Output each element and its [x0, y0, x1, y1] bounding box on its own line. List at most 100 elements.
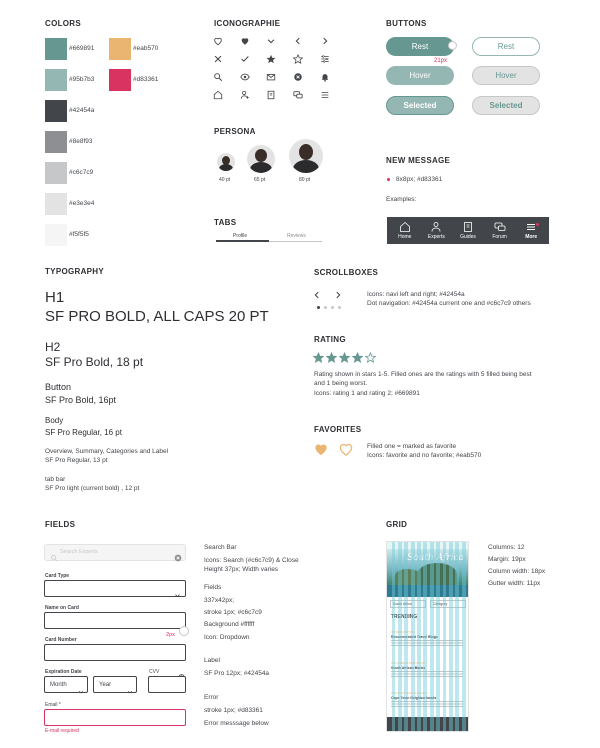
avatar-medium: [247, 145, 275, 173]
scroll-right-icon[interactable]: [332, 289, 344, 301]
rest-button-filled[interactable]: Rest: [386, 37, 454, 56]
selected-button-filled[interactable]: Selected: [386, 96, 454, 115]
persona-size-40: 40 pt: [219, 177, 231, 183]
chat-icon: [292, 89, 304, 101]
star-filled-icon: [352, 352, 363, 363]
spec-fields-1: 337x42px;: [204, 597, 234, 604]
color-swatch-label: #eab570: [133, 45, 159, 52]
card-type-select[interactable]: [44, 580, 186, 598]
persona-size-80: 80 pt: [299, 177, 311, 183]
typography-title: TYPOGRAPHY: [45, 267, 105, 276]
grid-column: [436, 542, 440, 731]
email-field-error[interactable]: [44, 709, 186, 726]
grid-column: [423, 542, 428, 731]
color-swatch: [45, 162, 67, 184]
color-swatch: [109, 38, 131, 60]
year-value: Year: [99, 682, 112, 688]
scrollboxes-spec-1: Icons: navi left and right; #42454a: [367, 291, 465, 298]
persona-size-65: 65 pt: [254, 177, 266, 183]
tabbar-home-label: Home: [398, 234, 412, 240]
scroll-dot-current[interactable]: [317, 306, 320, 309]
tabbar-experts-label: Experts: [427, 234, 445, 240]
fields-annotation: 2px: [166, 632, 175, 638]
chevron-down-icon: [127, 682, 133, 694]
favorites-spec-2: Icons: favorite and no favorite; #eab570: [367, 452, 482, 459]
buttons-annotation: 21px: [434, 58, 448, 64]
grid-column: [391, 542, 396, 731]
tab-profile[interactable]: Profile: [233, 233, 247, 240]
spacing-marker: [448, 41, 457, 50]
color-swatch-label: #8e8f93: [69, 138, 93, 145]
overview-type-spec: SF Pro Regular, 13 pt: [45, 457, 108, 464]
name-on-card-field[interactable]: [44, 612, 186, 629]
new-message-spec: 8x8px; #d83361: [396, 176, 443, 183]
rating-spec-2: and 1 being worst.: [314, 380, 368, 387]
expiration-label: Expiration Date: [45, 669, 82, 675]
spec-fields-4: Icon: Dropdown: [204, 634, 250, 641]
color-swatch-label: #95b7b3: [69, 76, 95, 83]
spec-search-2: Height 37px; Width varies: [204, 566, 279, 573]
clear-circle-icon[interactable]: [174, 549, 182, 562]
tabbar-experts[interactable]: Experts: [421, 221, 453, 240]
add-user-icon: [239, 89, 251, 101]
tabbar-forum[interactable]: Forum: [484, 221, 516, 240]
chevron-down-icon: [78, 682, 84, 694]
year-select[interactable]: Year: [93, 676, 137, 694]
selected-button-outline[interactable]: Selected: [472, 96, 540, 115]
spec-search-1: Icons: Search (#c6c7c9) & Close: [204, 557, 299, 564]
spec-error-title: Error: [204, 694, 219, 701]
overview-type-label: Overview, Summary, Categories and Label: [45, 448, 169, 455]
star-filled-icon: [265, 53, 277, 65]
scroll-dot[interactable]: [331, 306, 334, 309]
search-input[interactable]: Search Experts: [60, 549, 98, 556]
tabbar-home[interactable]: Home: [389, 221, 421, 240]
color-swatch: [45, 131, 67, 153]
scroll-dot[interactable]: [338, 306, 341, 309]
rest-button-outline[interactable]: Rest: [472, 37, 540, 56]
grid-title: GRID: [386, 520, 408, 529]
cvv-label: CVV: [149, 669, 160, 675]
grid-phone-mockup: South Africa South Africa Category TREND…: [386, 541, 469, 732]
hover-button-filled[interactable]: Hover: [386, 66, 454, 85]
persona-title: PERSONA: [214, 127, 256, 136]
name-on-card-label: Name on Card: [45, 605, 79, 611]
spec-label-title: Label: [204, 657, 220, 664]
tabbar-type-label: tab bar: [45, 476, 66, 483]
grid-column: [417, 542, 421, 731]
card-number-field[interactable]: [44, 644, 186, 661]
favorite-outline-icon[interactable]: [338, 442, 354, 457]
scrollboxes-spec-2: Dot navigation: #42454a current one and …: [367, 300, 531, 307]
spec-search-title: Search Bar: [204, 544, 237, 551]
heart-filled-icon: [239, 35, 251, 47]
heart-outline-icon: [212, 35, 224, 47]
stroke-marker: [179, 626, 189, 636]
grid-column: [461, 542, 466, 731]
color-swatch-label: #c6c7c9: [69, 169, 94, 176]
colors-title: COLORS: [45, 19, 82, 28]
tab-reviews[interactable]: Reviews: [287, 233, 306, 240]
tabbar-more[interactable]: More: [515, 221, 547, 240]
scroll-left-icon[interactable]: [311, 289, 323, 301]
tabbar-guides[interactable]: Guides: [452, 221, 484, 240]
star-filled-icon: [339, 352, 350, 363]
menu-icon: [319, 89, 331, 101]
home-icon: [212, 89, 224, 101]
hover-button-outline[interactable]: Hover: [472, 66, 540, 85]
color-swatch-label: #669891: [69, 45, 95, 52]
color-swatch: [45, 38, 67, 60]
iconography-title: ICONOGRAPHIE: [214, 19, 281, 28]
search-icon: [50, 549, 58, 562]
cvv-field[interactable]: [148, 676, 186, 693]
search-bar[interactable]: Search Experts: [44, 544, 186, 562]
grid-column: [410, 542, 415, 731]
month-select[interactable]: Month: [44, 676, 88, 694]
color-swatch: [109, 69, 131, 91]
help-icon[interactable]: [178, 668, 185, 681]
grid-gutter: Gutter width: 11px: [488, 580, 541, 587]
color-swatch: [45, 100, 67, 122]
star-filled-icon: [326, 352, 337, 363]
favorite-filled-icon[interactable]: [313, 442, 329, 457]
body-type-label: Body: [45, 416, 64, 425]
scroll-dot[interactable]: [324, 306, 327, 309]
clear-circle-icon: [292, 71, 304, 83]
